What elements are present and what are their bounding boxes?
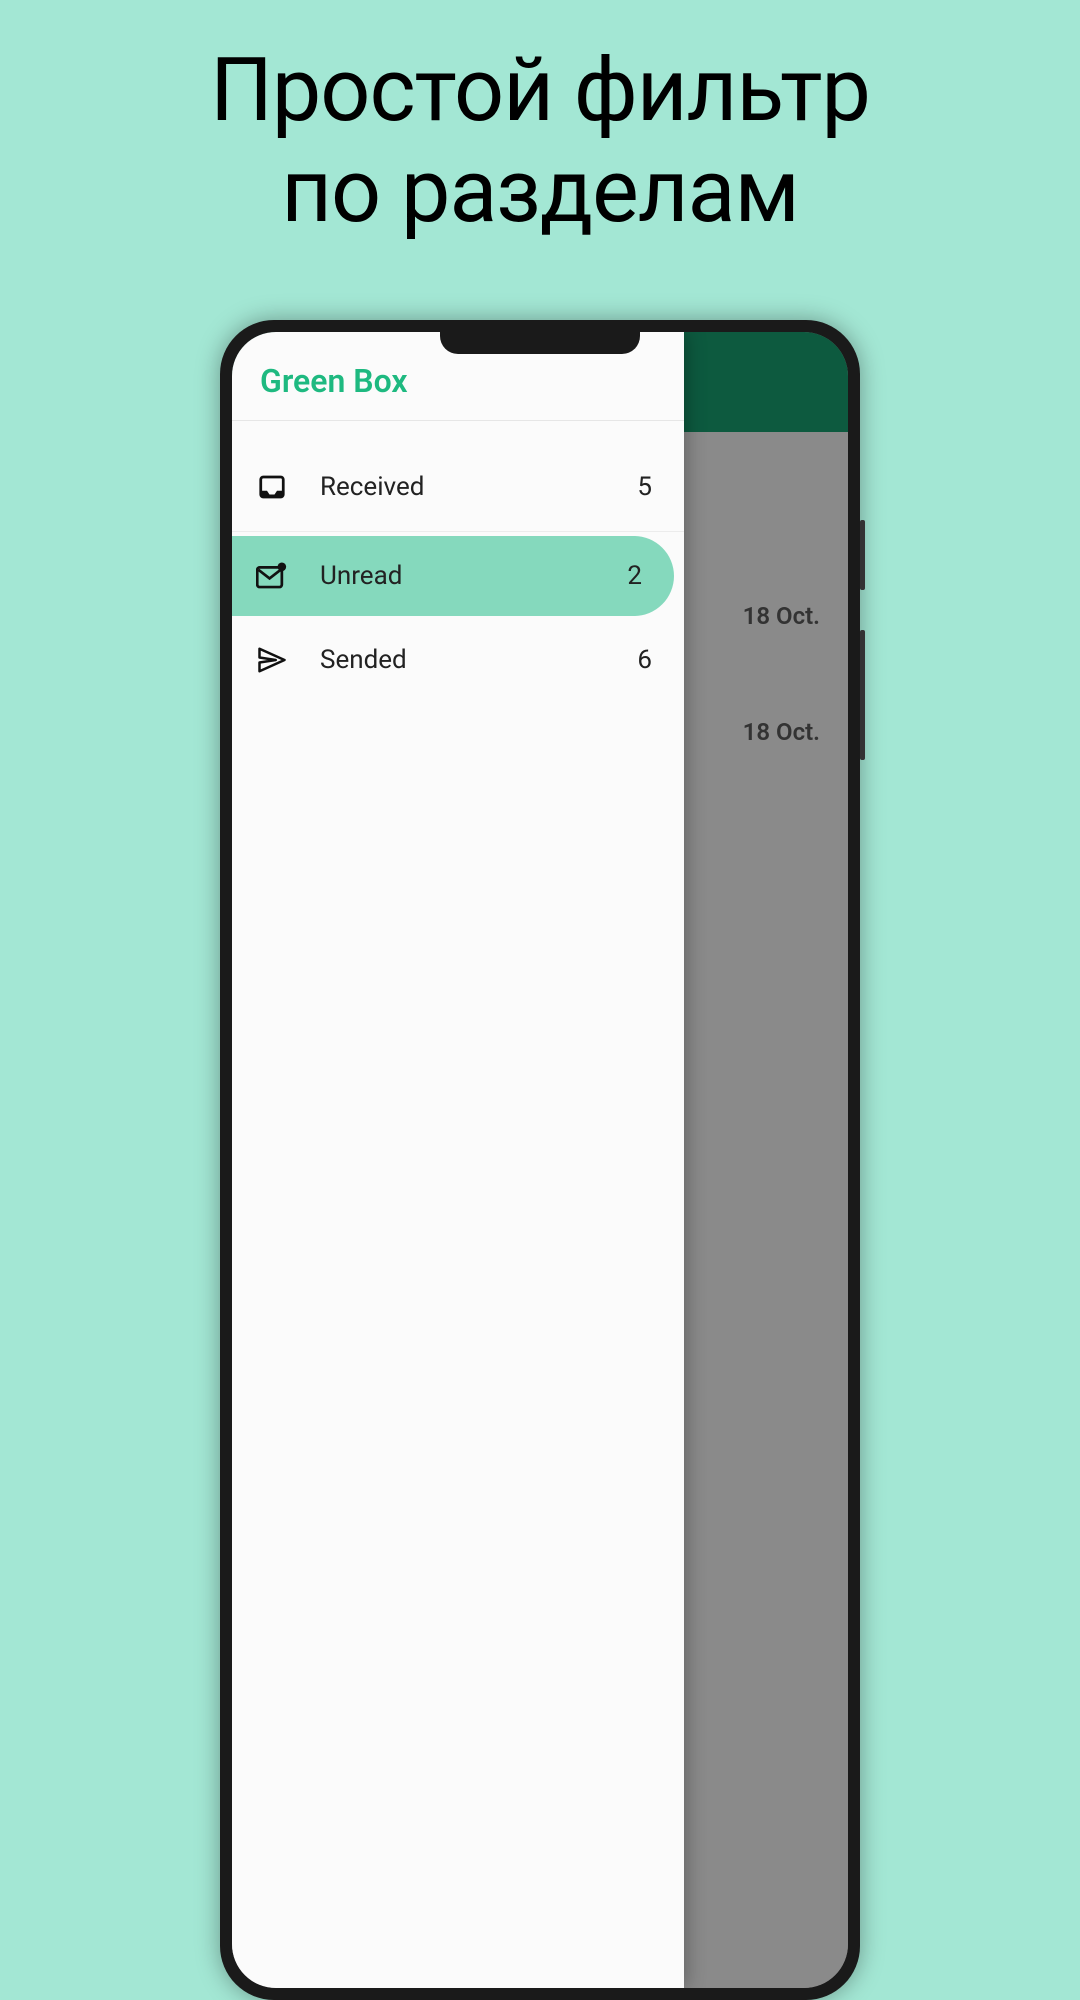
inbox-icon (256, 471, 288, 503)
app-screen: 18 Oct. 18 Oct. Green Box (232, 332, 848, 1988)
message-date: 18 Oct. (743, 718, 820, 746)
navigation-drawer: Green Box Received 5 (232, 332, 684, 1988)
nav-item-unread[interactable]: Unread 2 (232, 536, 674, 616)
nav-count: 5 (637, 472, 652, 502)
send-icon (256, 644, 288, 676)
phone-side-button (860, 630, 865, 760)
nav-count: 2 (627, 561, 642, 591)
phone-frame: 18 Oct. 18 Oct. Green Box (220, 320, 860, 2000)
promo-title-line1: Простой фильтр (210, 39, 870, 142)
drawer-body: Received 5 Unread 2 (232, 421, 684, 704)
phone-notch (440, 332, 640, 354)
promo-title: Простой фильтр по разделам (0, 40, 1080, 242)
mail-unread-icon (256, 560, 288, 592)
app-title: Green Box (260, 362, 656, 400)
nav-item-received[interactable]: Received 5 (232, 447, 684, 527)
phone-side-button (860, 520, 865, 590)
divider (232, 531, 684, 532)
nav-count: 6 (637, 645, 652, 675)
nav-label: Received (320, 472, 637, 502)
promo-title-line2: по разделам (281, 140, 799, 243)
nav-label: Sended (320, 645, 637, 675)
nav-item-sended[interactable]: Sended 6 (232, 620, 684, 700)
nav-label: Unread (320, 561, 627, 591)
phone-screen-bezel: 18 Oct. 18 Oct. Green Box (232, 332, 848, 1988)
message-date: 18 Oct. (743, 602, 820, 630)
